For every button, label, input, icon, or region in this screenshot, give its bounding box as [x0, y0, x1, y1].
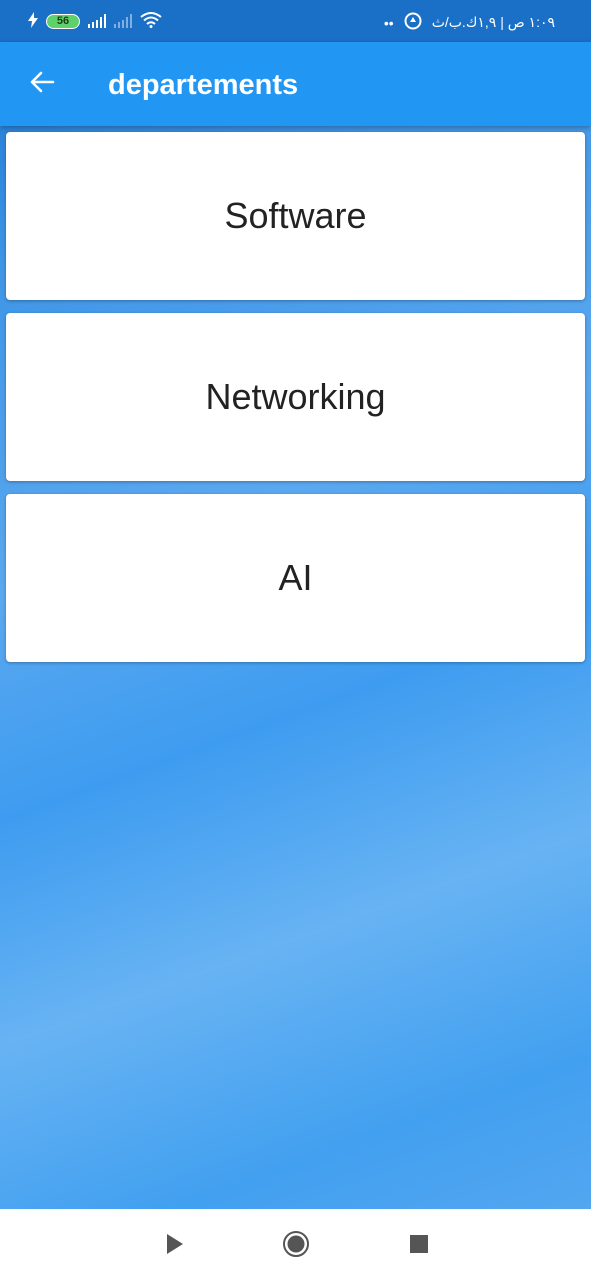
department-card-ai[interactable]: AI [6, 494, 585, 662]
department-label: Software [224, 195, 367, 236]
charging-icon [28, 11, 38, 31]
nav-home-button[interactable] [281, 1230, 311, 1263]
nav-recents-button[interactable] [404, 1231, 434, 1261]
nav-back-button[interactable] [160, 1231, 190, 1261]
battery-icon: 56 [46, 13, 80, 29]
signal-weak-icon [114, 14, 132, 28]
battery-level: 56 [56, 15, 70, 27]
department-card-networking[interactable]: Networking [6, 313, 585, 481]
status-left: 56 [28, 10, 162, 32]
status-right: ١:٠٩ ص | ١,٩ك.ب/ث •• [384, 12, 555, 33]
back-triangle-icon [165, 1233, 185, 1260]
page-title: departements [108, 69, 299, 101]
department-label: AI [278, 557, 313, 598]
signal-icon [88, 14, 106, 28]
back-button[interactable] [22, 64, 62, 104]
wifi-icon [140, 11, 162, 31]
department-list: Software Networking AI [6, 132, 585, 675]
home-circle-icon [282, 1230, 310, 1263]
status-bar: 56 ١:٠٩ ص | ١,٩ك.ب/ث •• [0, 0, 591, 42]
recents-square-icon [409, 1234, 429, 1259]
app-bar: departements [0, 42, 591, 126]
department-card-software[interactable]: Software [6, 132, 585, 300]
navigation-bar [0, 1209, 591, 1280]
department-label: Networking [205, 376, 386, 417]
arrow-left-icon [29, 71, 55, 98]
status-dots: •• [383, 14, 394, 31]
vpn-icon [404, 12, 422, 33]
status-clock: ١:٠٩ ص | ١,٩ك.ب/ث [431, 14, 555, 30]
